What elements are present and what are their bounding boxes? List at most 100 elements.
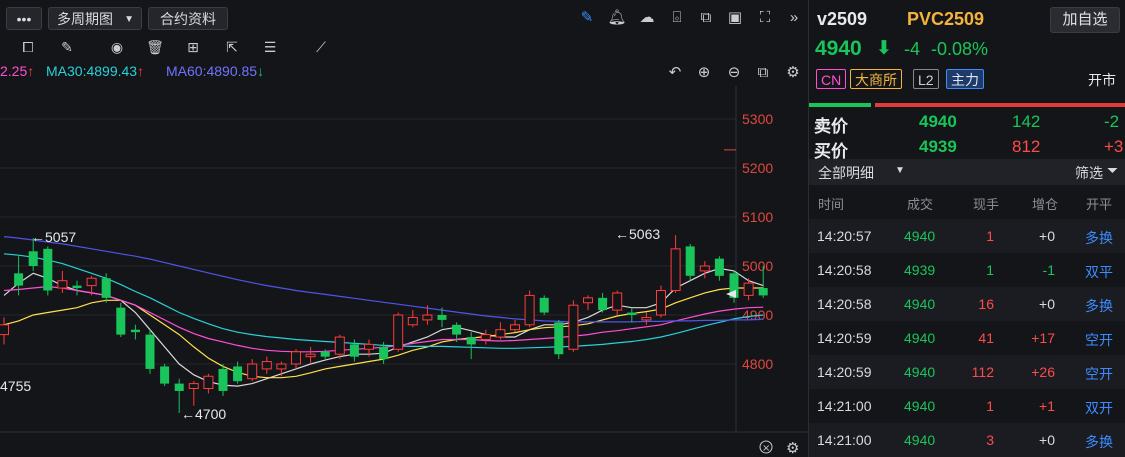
candle-body bbox=[699, 265, 710, 272]
last-price: 4940 bbox=[815, 37, 862, 60]
candle-body bbox=[495, 329, 506, 338]
cloud-icon[interactable]: ☁ bbox=[637, 8, 657, 28]
add-watchlist-button[interactable]: 加自选 bbox=[1050, 7, 1120, 33]
candle-body bbox=[685, 246, 695, 276]
draw-pen-icon[interactable]: ✎ bbox=[577, 8, 597, 28]
layout-icon[interactable]: ⧉ bbox=[753, 63, 773, 83]
candle-body bbox=[554, 322, 564, 355]
candle-body bbox=[43, 248, 53, 291]
ask-price: 4940 bbox=[919, 112, 957, 131]
ruler-icon[interactable]: ⟋ bbox=[311, 37, 331, 57]
candle-body bbox=[670, 248, 681, 292]
candle-body bbox=[612, 292, 623, 311]
grid-icon[interactable]: ⊞ bbox=[183, 37, 203, 57]
tick-price: 4940 bbox=[904, 296, 936, 312]
candle-body bbox=[568, 304, 579, 350]
bid-price: 4939 bbox=[919, 137, 957, 156]
chevron-right-double-icon[interactable]: » bbox=[784, 8, 804, 28]
tick-time: 14:20:58 bbox=[817, 262, 872, 278]
tick-time: 14:20:59 bbox=[817, 364, 872, 380]
settings-icon[interactable]: ⚙ bbox=[783, 63, 803, 83]
tick-time: 14:21:00 bbox=[817, 398, 872, 414]
tick-oi: +26 bbox=[1031, 364, 1055, 380]
crop-icon[interactable]: ⧠ bbox=[18, 37, 38, 57]
candle-body bbox=[261, 361, 272, 370]
candle-body bbox=[407, 316, 418, 326]
candle-body bbox=[641, 316, 652, 321]
bid-volume: 812 bbox=[1012, 137, 1041, 156]
ask-label: 卖价 bbox=[814, 117, 848, 136]
ma-partial-value: 2.25 bbox=[0, 63, 28, 79]
trash-icon[interactable]: 🗑︎ bbox=[145, 37, 165, 57]
tick-type: 空开 bbox=[1085, 332, 1113, 348]
tick-vol: 112 bbox=[971, 364, 994, 380]
tick-type: 双开 bbox=[1085, 400, 1113, 416]
buy-sell-ratio-red bbox=[875, 103, 1125, 107]
candle-body bbox=[101, 278, 111, 298]
undo-icon[interactable]: ↶ bbox=[665, 63, 685, 83]
fullscreen-icon[interactable]: ⛶ bbox=[755, 8, 775, 28]
chart-toolbar: ••• 多周期图 ▼ 合约资料 ✎ 🔔︎ ☁ ⌺ ⧉ ▣ ⛶ » bbox=[0, 0, 808, 36]
badge-exchange: 大商所 bbox=[850, 69, 902, 89]
copy-window-icon[interactable]: ⧉ bbox=[696, 8, 716, 28]
y-tick-label: 5100 bbox=[742, 209, 773, 225]
pen-icon[interactable]: ✎ bbox=[57, 37, 77, 57]
filter-button[interactable]: 筛选 bbox=[1075, 163, 1103, 183]
tick-vol: 1 bbox=[986, 398, 994, 414]
zoom-in-icon[interactable]: ⊕ bbox=[694, 63, 714, 83]
candle-body bbox=[583, 297, 593, 304]
candle-body bbox=[160, 366, 170, 384]
candle-body bbox=[393, 314, 404, 350]
eye-icon[interactable]: ◉ bbox=[107, 37, 127, 57]
tick-time: 14:20:59 bbox=[817, 330, 872, 346]
col-volume: 现手 bbox=[973, 197, 1000, 212]
tick-oi: +1 bbox=[1039, 398, 1055, 414]
settings-icon: ⚙ bbox=[786, 439, 799, 457]
comment-icon[interactable]: ☰ bbox=[260, 37, 280, 57]
more-menu-button[interactable]: ••• bbox=[6, 7, 42, 30]
bell-icon[interactable]: 🔔︎ bbox=[607, 8, 627, 28]
y-tick-label: 5200 bbox=[742, 160, 773, 176]
candle-body bbox=[334, 336, 345, 355]
period-label: 多周期图 bbox=[57, 11, 113, 27]
tick-type: 多换 bbox=[1085, 230, 1113, 246]
tick-type: 多换 bbox=[1085, 434, 1113, 450]
candlestick-chart[interactable]: 530052005100500049004800←5057 ←5063←47004… bbox=[0, 86, 808, 457]
candle-body bbox=[28, 251, 38, 266]
tick-price: 4940 bbox=[904, 364, 936, 380]
chevron-down-icon[interactable]: ▼ bbox=[895, 165, 905, 176]
tick-price: 4940 bbox=[904, 228, 936, 244]
candle-body bbox=[145, 334, 155, 369]
tick-oi: -1 bbox=[1042, 262, 1055, 278]
zoom-out-icon[interactable]: ⊖ bbox=[724, 63, 744, 83]
candle-body bbox=[86, 277, 97, 287]
candle-body bbox=[656, 290, 666, 316]
buy-sell-ratio-green bbox=[809, 103, 871, 107]
bid-row: 买价 4939 812 +3 bbox=[809, 137, 1125, 161]
filter-icon[interactable]: ⏷ bbox=[1107, 162, 1118, 179]
tick-type: 双平 bbox=[1085, 264, 1113, 280]
period-dropdown[interactable]: 多周期图 ▼ bbox=[48, 7, 142, 30]
close-icon: × bbox=[762, 443, 770, 454]
monitor-icon[interactable]: ▣ bbox=[725, 8, 745, 28]
candle-body bbox=[422, 314, 433, 321]
detail-header: 全部明细 ▼ 筛选 ⏷ bbox=[809, 159, 1125, 185]
tick-oi: +0 bbox=[1039, 432, 1055, 448]
camera-icon[interactable]: ⌺ bbox=[667, 8, 687, 28]
export-icon[interactable]: ⇱ bbox=[222, 37, 242, 57]
price-change-pct: -0.08% bbox=[931, 39, 989, 59]
tick-time: 14:20:58 bbox=[817, 296, 872, 312]
badge-main: 主力 bbox=[946, 69, 984, 89]
candle-body bbox=[233, 366, 243, 382]
tick-price: 4940 bbox=[904, 330, 936, 346]
tick-row: 14:21:00 4940 3 +0 多换 bbox=[809, 423, 1125, 457]
y-tick-label: 4800 bbox=[742, 356, 773, 372]
tick-price: 4939 bbox=[904, 262, 936, 278]
col-type: 开平 bbox=[1086, 197, 1113, 212]
tick-row: 14:20:59 4940 112 +26 空开 bbox=[809, 355, 1125, 389]
high-annotation-left: ←5057 bbox=[31, 229, 76, 245]
detail-dropdown[interactable]: 全部明细 bbox=[818, 163, 874, 183]
contract-info-button[interactable]: 合约资料 bbox=[148, 7, 228, 30]
candle-body bbox=[116, 307, 126, 335]
candle-body bbox=[276, 363, 287, 370]
